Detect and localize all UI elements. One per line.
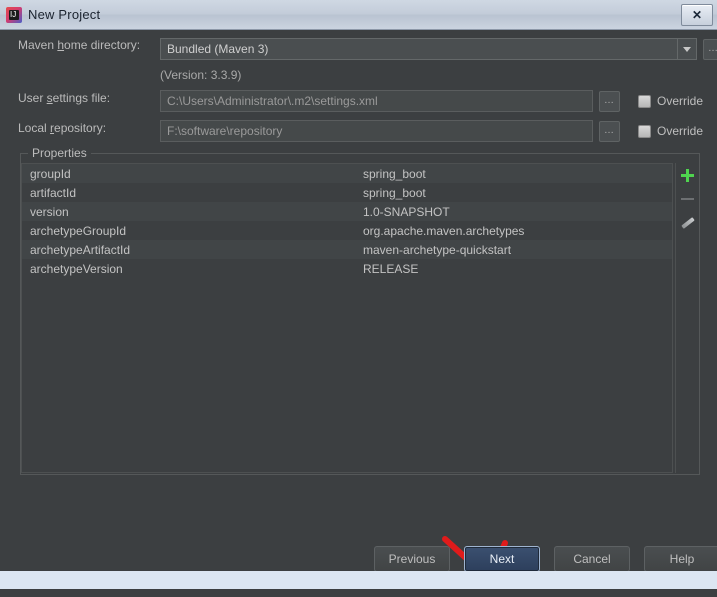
maven-home-control: Bundled (Maven 3) … <box>160 38 717 60</box>
property-key: archetypeVersion <box>30 261 123 276</box>
table-row[interactable]: version 1.0-SNAPSHOT <box>22 202 672 221</box>
table-row[interactable]: archetypeGroupId org.apache.maven.archety… <box>22 221 672 240</box>
maven-home-combo[interactable]: Bundled (Maven 3) <box>160 38 678 60</box>
maven-home-row: Maven home directory: <box>18 38 140 52</box>
new-project-dialog: IJ New Project ✕ Maven home directory: B… <box>0 0 717 589</box>
local-repository-control: F:\software\repository … Override <box>160 120 703 142</box>
table-row[interactable]: groupId spring_boot <box>22 164 672 183</box>
property-key: artifactId <box>30 185 77 200</box>
checkbox-box-icon <box>638 94 651 108</box>
dialog-body: Maven home directory: Bundled (Maven 3) … <box>0 30 717 585</box>
maven-home-value: Bundled (Maven 3) <box>167 42 269 56</box>
remove-property-button[interactable] <box>676 187 700 211</box>
table-row[interactable]: archetypeArtifactId maven-archetype-quick… <box>22 240 672 259</box>
intellij-idea-icon: IJ <box>6 6 22 23</box>
property-value: RELEASE <box>363 261 419 276</box>
property-key: groupId <box>22 164 355 183</box>
chevron-down-icon[interactable] <box>677 38 697 60</box>
properties-table-container[interactable]: groupId spring_boot artifactId spring_boot v… <box>21 163 673 473</box>
property-value: spring_boot <box>363 185 426 200</box>
minus-icon <box>681 198 694 200</box>
close-icon[interactable]: ✕ <box>681 4 713 26</box>
property-key: version <box>22 202 355 221</box>
window-title: New Project <box>28 7 101 22</box>
user-settings-browse-button[interactable]: … <box>599 90 620 112</box>
maven-home-browse-button[interactable]: … <box>703 38 717 60</box>
local-repository-input[interactable]: F:\software\repository <box>160 120 593 142</box>
user-settings-row: User settings file: <box>18 91 110 105</box>
property-value: maven-archetype-quickstart <box>355 240 672 259</box>
add-property-button[interactable] <box>676 163 700 187</box>
bottom-strip <box>0 571 717 589</box>
maven-version-note: (Version: 3.3.9) <box>160 68 242 82</box>
property-value: spring_boot <box>355 164 672 183</box>
user-settings-override-label: Override <box>657 94 704 108</box>
next-button[interactable]: Next <box>464 546 540 572</box>
local-repository-label: Local repository: <box>18 121 107 135</box>
local-repository-override-label: Override <box>657 124 704 138</box>
ellipsis-icon: … <box>708 44 717 54</box>
table-row[interactable]: artifactId spring_boot <box>22 183 672 202</box>
user-settings-input[interactable]: C:\Users\Administrator\.m2\settings.xml <box>160 90 593 112</box>
properties-table: groupId spring_boot artifactId spring_boot v… <box>22 164 672 278</box>
local-repository-override-checkbox[interactable]: Override <box>638 124 703 138</box>
close-glyph: ✕ <box>691 8 703 22</box>
window-titlebar: IJ New Project ✕ <box>0 0 717 30</box>
table-row[interactable]: archetypeVersion RELEASE <box>22 259 672 278</box>
help-button[interactable]: Help <box>644 546 717 572</box>
local-repository-row: Local repository: <box>18 121 106 135</box>
edit-property-button[interactable] <box>676 211 700 235</box>
property-key: archetypeArtifactId <box>22 240 355 259</box>
user-settings-control: C:\Users\Administrator\.m2\settings.xml … <box>160 90 703 112</box>
dialog-button-bar: Previous Next Cancel Help <box>374 546 717 572</box>
properties-toolbar <box>675 163 699 473</box>
local-repository-value: F:\software\repository <box>167 124 283 138</box>
checkbox-box-icon <box>638 124 651 138</box>
ellipsis-icon: … <box>604 95 615 106</box>
property-value: org.apache.maven.archetypes <box>363 223 525 238</box>
cancel-button[interactable]: Cancel <box>554 546 630 572</box>
property-key: archetypeGroupId <box>30 223 127 238</box>
user-settings-label: User settings file: <box>18 91 111 105</box>
ellipsis-icon: … <box>604 125 615 136</box>
local-repository-browse-button[interactable]: … <box>599 120 620 142</box>
plus-icon <box>681 168 694 182</box>
maven-home-label: Maven home directory: <box>18 38 141 52</box>
user-settings-value: C:\Users\Administrator\.m2\settings.xml <box>167 94 378 108</box>
previous-button[interactable]: Previous <box>374 546 450 572</box>
user-settings-override-checkbox[interactable]: Override <box>638 94 703 108</box>
pencil-icon <box>680 217 695 229</box>
properties-group-title: Properties <box>28 146 91 160</box>
property-value: 1.0-SNAPSHOT <box>355 202 672 221</box>
